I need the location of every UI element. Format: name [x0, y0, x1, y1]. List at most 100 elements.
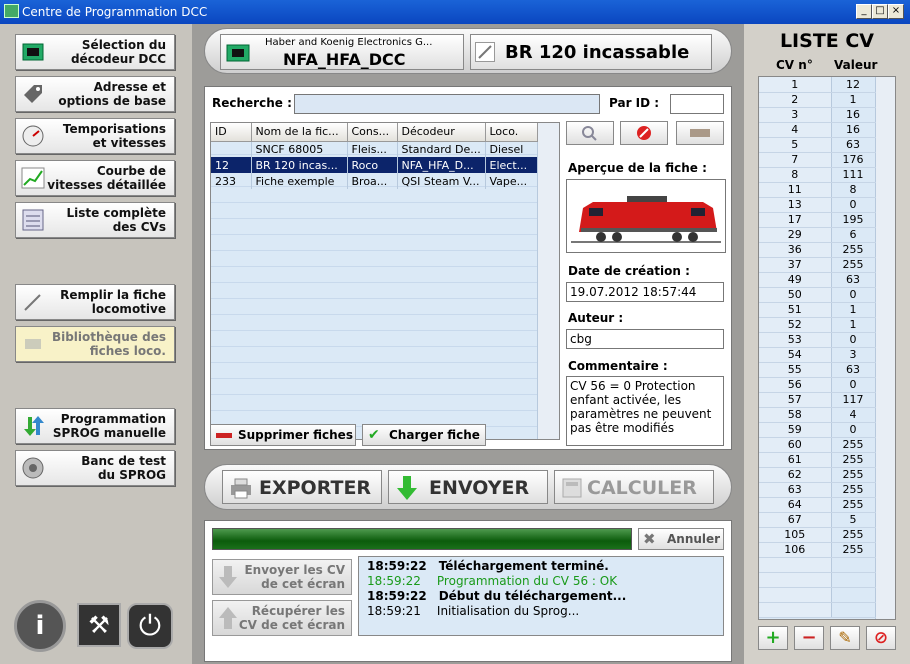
cell: Diesel: [485, 141, 538, 157]
table-row[interactable]: 233 Fiche exemple Broa... QSI Steam V... Vap…: [211, 173, 538, 189]
info-icon: i: [35, 611, 45, 641]
cv-row[interactable]: 52 1: [759, 317, 876, 333]
clear-search-button[interactable]: [620, 121, 668, 145]
maximize-button[interactable]: □: [872, 4, 888, 19]
log-line: 18:59:22 Programmation du CV 56 : OK: [367, 574, 715, 589]
cv-row[interactable]: 1 12: [759, 77, 876, 93]
cv-row[interactable]: [759, 587, 876, 603]
sidebar-item-sprog-manual[interactable]: Programmation SPROG manuelle: [15, 408, 175, 444]
loco-box[interactable]: BR 120 incassable: [470, 34, 712, 70]
loco-name: BR 120 incassable: [505, 42, 690, 63]
clear-cv-button[interactable]: ⊘: [866, 626, 896, 650]
cv-row[interactable]: 29 6: [759, 227, 876, 243]
cv-row[interactable]: 60 255: [759, 437, 876, 453]
date-field[interactable]: 19.07.2012 18:57:44: [566, 282, 724, 302]
cv-row[interactable]: 51 1: [759, 302, 876, 318]
sidebar-item-timing[interactable]: Temporisations et vitesses: [15, 118, 175, 154]
cv-number: 3: [759, 107, 832, 123]
edit-cv-button[interactable]: ✎: [830, 626, 860, 650]
minimize-button[interactable]: _: [856, 4, 872, 19]
add-cv-button[interactable]: +: [758, 626, 788, 650]
cv-row[interactable]: 3 16: [759, 107, 876, 123]
value-column-header: Valeur: [834, 58, 878, 72]
cv-row[interactable]: 49 63: [759, 272, 876, 288]
get-cv-button[interactable]: Récupérer les CV de cet écran: [212, 600, 352, 636]
cv-row[interactable]: 37 255: [759, 257, 876, 273]
cv-number: 11: [759, 182, 832, 198]
cv-row[interactable]: 64 255: [759, 497, 876, 513]
cv-row[interactable]: 7 176: [759, 152, 876, 168]
cv-row[interactable]: 59 0: [759, 422, 876, 438]
col-decoder[interactable]: Décodeur: [397, 123, 486, 142]
cv-row[interactable]: 4 16: [759, 122, 876, 138]
delete-sheets-button[interactable]: Supprimer fiches: [210, 424, 356, 446]
table-row-selected[interactable]: 12 BR 120 incas... Roco NFA_HFA_D... Elect..…: [211, 157, 538, 173]
log-line: 18:59:22 Début du téléchargement...: [367, 589, 715, 604]
cv-row[interactable]: [759, 572, 876, 588]
col-maker[interactable]: Cons...: [347, 123, 398, 142]
cv-row[interactable]: 50 0: [759, 287, 876, 303]
sidebar-item-decoder[interactable]: Sélection du décodeur DCC: [15, 34, 175, 70]
cv-row[interactable]: 56 0: [759, 377, 876, 393]
decoder-box[interactable]: Haber and Koenig Electronics G... NFA_HF…: [220, 34, 464, 70]
sidebar-item-address[interactable]: Adresse et options de base: [15, 76, 175, 112]
load-sheet-button[interactable]: ✔ Charger fiche: [362, 424, 486, 446]
cv-row[interactable]: [759, 602, 876, 618]
col-id[interactable]: ID: [211, 123, 252, 142]
magnifier-icon: [582, 126, 597, 141]
info-button[interactable]: i: [14, 600, 66, 652]
cv-number: 60: [759, 437, 832, 453]
cancel-button[interactable]: ✖ Annuler: [638, 528, 724, 550]
cv-number: 59: [759, 422, 832, 438]
cv-number: 29: [759, 227, 832, 243]
col-loco[interactable]: Loco.: [485, 123, 538, 142]
comment-field[interactable]: CV 56 = 0 Protection enfant activée, les…: [566, 376, 724, 446]
sidebar-item-sprog-test[interactable]: Banc de test du SPROG: [15, 450, 175, 486]
cv-value: 1: [831, 317, 876, 333]
cv-row[interactable]: 11 8: [759, 182, 876, 198]
cv-row[interactable]: 62 255: [759, 467, 876, 483]
cv-row[interactable]: 55 63: [759, 362, 876, 378]
chip-icon: [225, 41, 251, 68]
calculate-button[interactable]: CALCULER: [554, 470, 714, 504]
cv-row[interactable]: 36 255: [759, 242, 876, 258]
cv-row[interactable]: 17 195: [759, 212, 876, 228]
id-input[interactable]: [670, 94, 724, 114]
cv-row[interactable]: 61 255: [759, 452, 876, 468]
cv-row[interactable]: 13 0: [759, 197, 876, 213]
close-button[interactable]: ×: [888, 4, 904, 19]
cv-row[interactable]: 63 255: [759, 482, 876, 498]
cv-row[interactable]: 53 0: [759, 332, 876, 348]
sidebar-item-cv-list[interactable]: Liste complète des CVs: [15, 202, 175, 238]
sidebar-item-library[interactable]: Bibliothèque des fiches loco.: [15, 326, 175, 362]
author-field[interactable]: cbg: [566, 329, 724, 349]
search-button[interactable]: [566, 121, 614, 145]
sidebar-item-speed-curve[interactable]: Courbe de vitesses détaillée: [15, 160, 175, 196]
delete-label: Supprimer fiches: [238, 428, 353, 442]
cv-row[interactable]: 21: [759, 92, 876, 108]
cv-row[interactable]: 58 4: [759, 407, 876, 423]
cv-row[interactable]: 5 63: [759, 137, 876, 153]
power-button[interactable]: ⏻: [127, 603, 173, 649]
remove-cv-button[interactable]: −: [794, 626, 824, 650]
table-row[interactable]: SNCF 68005 Fleis... Standard De... Diesel: [211, 141, 538, 157]
search-input[interactable]: [294, 94, 600, 114]
send-cv-button[interactable]: Envoyer les CV de cet écran: [212, 559, 352, 595]
cv-row[interactable]: 8 111: [759, 167, 876, 183]
cv-value: 8: [831, 182, 876, 198]
sidebar-item-fill-sheet[interactable]: Remplir la fiche locomotive: [15, 284, 175, 320]
cv-row[interactable]: 106 255: [759, 542, 876, 558]
settings-button[interactable]: ⚒: [77, 603, 121, 647]
log-line: 18:59:21 Initialisation du Sprog...: [367, 604, 715, 619]
cv-row[interactable]: 105 255: [759, 527, 876, 543]
cv-value: [831, 602, 876, 618]
col-name[interactable]: Nom de la fic...: [251, 123, 348, 142]
sidebar-item-label: Liste complète des CVs: [66, 206, 166, 234]
export-button[interactable]: EXPORTER: [222, 470, 382, 504]
cv-row[interactable]: 54 3: [759, 347, 876, 363]
send-button[interactable]: ENVOYER: [388, 470, 548, 504]
cv-row[interactable]: [759, 557, 876, 573]
cv-row[interactable]: 67 5: [759, 512, 876, 528]
loco-filter-button[interactable]: [676, 121, 724, 145]
cv-row[interactable]: 57 117: [759, 392, 876, 408]
